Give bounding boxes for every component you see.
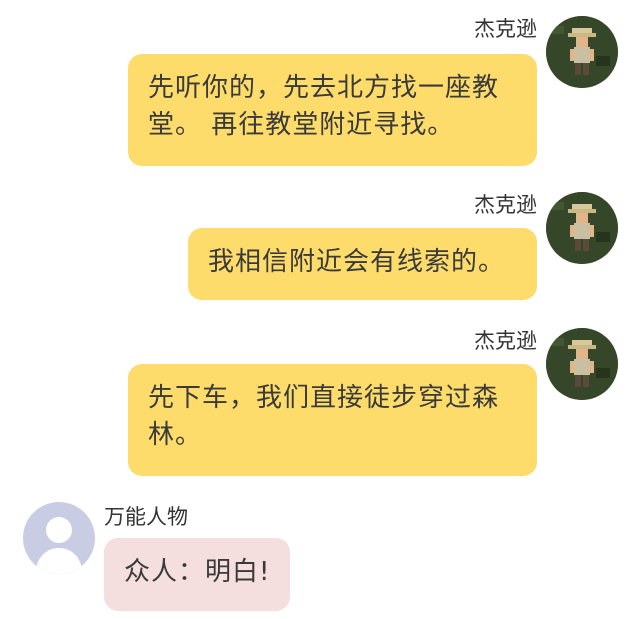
chat-message: 杰克逊 我相信附近会有线索的。	[0, 176, 640, 306]
character-avatar-image	[546, 328, 618, 400]
character-avatar-image	[546, 16, 618, 88]
sender-name: 杰克逊	[474, 329, 537, 353]
character-avatar[interactable]	[546, 328, 618, 400]
message-line: 先下车，我们直接徒步穿过森	[148, 383, 500, 413]
chat-message: 杰克逊 先听你的，先去北方找一座教 堂。 再往教堂附近寻找。	[0, 2, 640, 172]
message-bubble[interactable]: 众人：明白!	[104, 538, 290, 611]
character-avatar[interactable]	[546, 16, 618, 88]
user-silhouette-icon	[23, 502, 95, 574]
sender-name: 万能人物	[104, 505, 188, 529]
character-avatar-image	[546, 192, 618, 264]
character-avatar[interactable]	[546, 192, 618, 264]
chat-screen: { "messages": [ { "sender": "杰克逊", "text…	[0, 0, 640, 619]
message-bubble[interactable]: 我相信附近会有线索的。	[188, 228, 537, 300]
message-bubble[interactable]: 先听你的，先去北方找一座教 堂。 再往教堂附近寻找。	[128, 54, 537, 166]
chat-message: 万能人物 众人：明白!	[0, 500, 640, 615]
chat-message: 杰克逊 先下车，我们直接徒步穿过森 林。	[0, 312, 640, 482]
message-line: 堂。 再往教堂附近寻找。	[148, 110, 455, 140]
default-user-avatar[interactable]	[23, 502, 95, 574]
message-line: 林。	[148, 420, 203, 450]
message-line: 我相信附近会有线索的。	[208, 247, 506, 277]
message-line: 众人：明白!	[124, 557, 271, 587]
sender-name: 杰克逊	[474, 17, 537, 41]
sender-name: 杰克逊	[474, 193, 537, 217]
message-bubble[interactable]: 先下车，我们直接徒步穿过森 林。	[128, 364, 537, 476]
message-line: 先听你的，先去北方找一座教	[148, 73, 500, 103]
